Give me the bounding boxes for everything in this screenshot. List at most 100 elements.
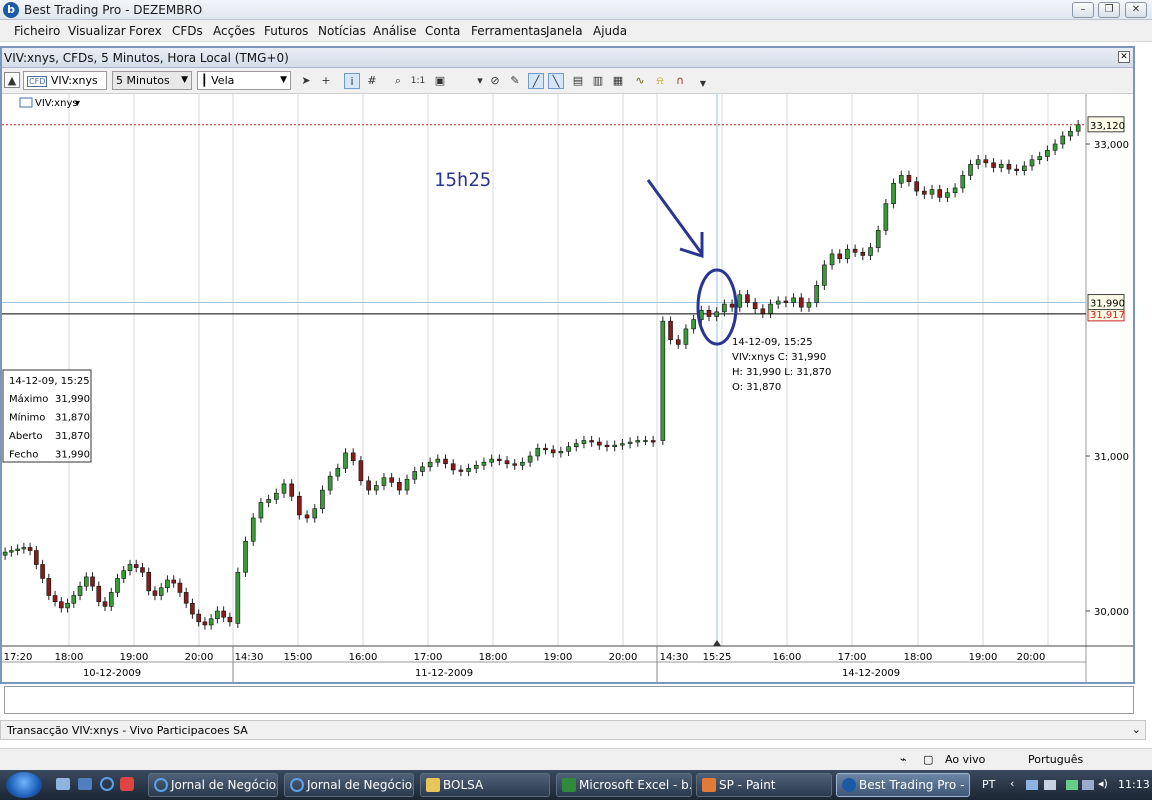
candle-body[interactable]: [196, 613, 201, 623]
chart-close-icon[interactable]: ✕: [1118, 51, 1130, 63]
candle-body[interactable]: [535, 447, 541, 457]
candle-body[interactable]: [860, 252, 866, 256]
candle-body[interactable]: [497, 458, 502, 461]
candle-body[interactable]: [46, 578, 52, 596]
candle-body[interactable]: [991, 162, 996, 168]
collapse-arrow-icon[interactable]: ▲: [4, 72, 20, 88]
indicator-3-icon[interactable]: ▦: [610, 73, 626, 89]
wave-indicator-icon[interactable]: ∿: [632, 73, 648, 89]
minimize-button[interactable]: –: [1072, 2, 1094, 18]
candle-body[interactable]: [404, 478, 410, 491]
candle-body[interactable]: [312, 508, 318, 519]
taskbar-button-jornal-2[interactable]: Jornal de Negócios...: [284, 773, 414, 797]
tray-app-3-icon[interactable]: [1082, 780, 1094, 790]
candle-body[interactable]: [304, 514, 310, 519]
candle-body[interactable]: [1037, 156, 1042, 161]
menu-ferramentas[interactable]: Ferramentas: [471, 24, 547, 38]
candle-body[interactable]: [945, 192, 950, 198]
candle-body[interactable]: [202, 621, 208, 626]
candle-body[interactable]: [381, 477, 387, 486]
drawing-tool-icon[interactable]: ✎: [507, 73, 523, 89]
candle-body[interactable]: [798, 297, 804, 308]
menu-janela[interactable]: Janela: [546, 24, 583, 38]
candle-body[interactable]: [127, 564, 133, 571]
candle-body[interactable]: [691, 319, 696, 330]
candle-body[interactable]: [2, 551, 8, 556]
candle-body[interactable]: [604, 444, 610, 447]
candle-body[interactable]: [898, 175, 904, 184]
chevron-down-icon[interactable]: ⌄: [1132, 723, 1141, 736]
candle-body[interactable]: [335, 468, 341, 477]
show-desktop-icon[interactable]: [56, 778, 70, 790]
candle-body[interactable]: [481, 461, 487, 466]
candle-body[interactable]: [250, 517, 256, 542]
candle-body[interactable]: [366, 480, 371, 491]
language-indicator[interactable]: PT: [982, 778, 995, 791]
taskbar-button-bolsa[interactable]: BOLSA: [420, 773, 550, 797]
candle-body[interactable]: [1045, 149, 1050, 157]
candle-body[interactable]: [852, 248, 858, 253]
candle-body[interactable]: [714, 311, 719, 317]
candle-body[interactable]: [650, 440, 656, 443]
candle-body[interactable]: [146, 571, 152, 592]
candle-body[interactable]: [152, 590, 158, 596]
candle-body[interactable]: [65, 602, 70, 609]
candle-body[interactable]: [983, 159, 989, 164]
candle-body[interactable]: [1029, 159, 1035, 167]
candle-body[interactable]: [1006, 164, 1012, 170]
candle-body[interactable]: [968, 164, 973, 176]
candle-body[interactable]: [775, 300, 781, 305]
candle-body[interactable]: [868, 247, 873, 256]
menu-accoes[interactable]: Acções: [213, 24, 255, 38]
zoom-reset-icon[interactable]: 1:1: [410, 73, 426, 89]
switch-windows-icon[interactable]: [78, 778, 92, 790]
candle-body[interactable]: [15, 548, 20, 551]
grid-icon[interactable]: #: [364, 73, 380, 89]
menu-futuros[interactable]: Futuros: [264, 24, 308, 38]
candle-body[interactable]: [581, 440, 587, 444]
candle-body[interactable]: [133, 564, 139, 568]
dropdown-icon[interactable]: ▾: [472, 73, 488, 89]
interval-select[interactable]: 5 Minutos ▼: [112, 71, 192, 90]
candle-body[interactable]: [215, 610, 220, 620]
candle-body[interactable]: [937, 189, 943, 198]
candle-body[interactable]: [745, 294, 750, 303]
close-button[interactable]: ✕: [1125, 2, 1147, 18]
candle-body[interactable]: [1075, 124, 1081, 132]
tray-expand-icon[interactable]: ‹: [1010, 777, 1014, 790]
tray-network-icon[interactable]: [1066, 780, 1078, 790]
menu-noticias[interactable]: Notícias: [318, 24, 366, 38]
candle-body[interactable]: [420, 466, 425, 472]
candle-body[interactable]: [589, 440, 594, 443]
chart-plot-area[interactable]: 33,000 31,000 30,000 31,917 31,990 33,120 17:2…: [2, 94, 1133, 682]
candle-body[interactable]: [52, 595, 58, 602]
candle-body[interactable]: [729, 303, 735, 308]
candle-body[interactable]: [221, 610, 226, 618]
candle-body[interactable]: [668, 320, 673, 341]
candle-body[interactable]: [450, 463, 456, 471]
candle-body[interactable]: [350, 452, 356, 461]
candle-body[interactable]: [227, 616, 233, 623]
window-titlebar[interactable]: b Best Trading Pro - DEZEMBRO – ❐ ✕: [0, 0, 1152, 20]
candle-body[interactable]: [891, 182, 896, 204]
taskbar-button-jornal-1[interactable]: Jornal de Negócios...: [148, 773, 278, 797]
candle-body[interactable]: [373, 485, 379, 491]
candle-body[interactable]: [9, 550, 14, 553]
candle-body[interactable]: [722, 303, 727, 313]
candle-body[interactable]: [235, 571, 241, 624]
menu-analise[interactable]: Análise: [373, 24, 416, 38]
candle-body[interactable]: [121, 570, 127, 579]
clock[interactable]: 11:13: [1118, 778, 1150, 791]
candle-body[interactable]: [975, 159, 981, 165]
zoom-icon[interactable]: ⌕: [390, 73, 406, 89]
candle-body[interactable]: [520, 461, 525, 466]
chart-style-select[interactable]: ┃ Vela ▼: [197, 71, 291, 90]
candle-body[interactable]: [512, 463, 518, 466]
candle-body[interactable]: [208, 618, 214, 626]
candle-body[interactable]: [1014, 168, 1019, 171]
candle-body[interactable]: [1052, 143, 1058, 151]
candle-body[interactable]: [627, 441, 633, 444]
candle-body[interactable]: [845, 248, 850, 259]
candle-body[interactable]: [960, 175, 966, 189]
start-button[interactable]: [6, 772, 42, 798]
